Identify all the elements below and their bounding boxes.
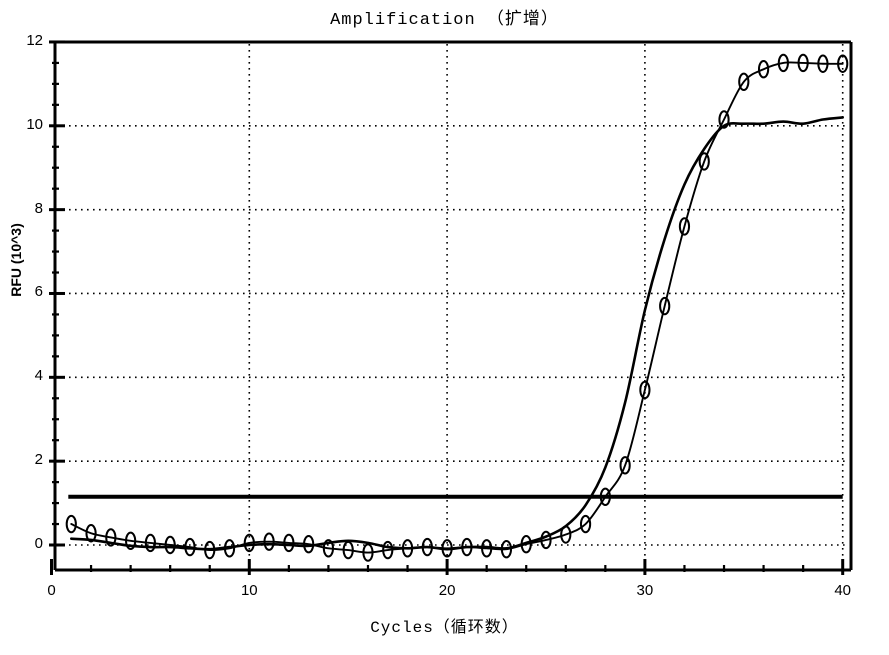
series-1 [65, 53, 849, 562]
x-tick-label: 20 [438, 582, 456, 599]
plot-canvas [49, 40, 853, 575]
y-tick-label: 10 [26, 115, 43, 133]
x-tick-label: 40 [834, 582, 852, 599]
y-tick-label: 4 [34, 367, 43, 385]
y-tick-label: 8 [34, 199, 43, 217]
plot-frame [53, 40, 853, 572]
series-2 [69, 116, 844, 551]
x-tick-label: 10 [240, 582, 258, 599]
y-tick-label: 12 [26, 31, 43, 49]
data-series [65, 53, 849, 562]
y-tick-label: 2 [34, 451, 43, 469]
y-tick-label: 6 [34, 283, 43, 301]
x-tick-label: 0 [47, 582, 56, 599]
amplification-chart: Amplification （扩增） RFU (10^3) Cycles（循环数… [0, 0, 889, 655]
y-tick-label: 0 [34, 535, 43, 552]
x-tick-label: 30 [636, 582, 654, 599]
